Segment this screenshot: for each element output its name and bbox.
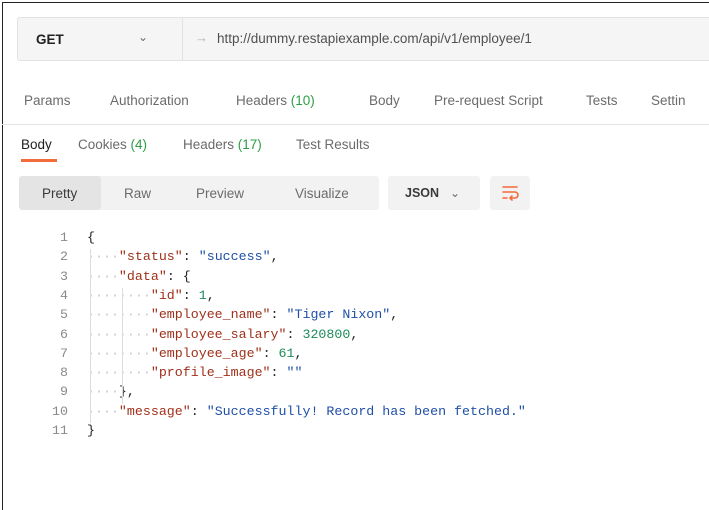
- indent-whitespace: ········: [87, 307, 151, 323]
- view-visualize-button[interactable]: Visualize: [295, 176, 349, 210]
- json-key: "employee_name": [150, 307, 271, 323]
- json-punctuation: :: [270, 365, 287, 381]
- indent-whitespace: ····: [87, 268, 119, 284]
- indent-guide: [122, 287, 123, 404]
- json-key: "employee_salary": [150, 326, 287, 342]
- code-text: ········"employee_salary": 320800,: [87, 327, 358, 342]
- line-number: 11: [52, 423, 68, 438]
- tab-authorization[interactable]: Authorization: [110, 93, 189, 108]
- response-tab-cookies[interactable]: Cookies (4): [78, 137, 147, 152]
- line-number: 6: [60, 326, 68, 342]
- format-select[interactable]: JSON ⌄: [388, 176, 480, 210]
- code-text: ····"status": "success",: [87, 249, 279, 264]
- code-text: ····},: [87, 384, 135, 399]
- arrow-right-icon: →: [195, 30, 208, 45]
- response-tab-body[interactable]: Body: [21, 137, 52, 152]
- method-label: GET: [36, 31, 64, 47]
- json-key: "status": [118, 249, 183, 265]
- view-preview-button[interactable]: Preview: [196, 176, 244, 210]
- json-punctuation: ,: [206, 287, 215, 303]
- indent-guide: [90, 249, 91, 423]
- view-raw-button[interactable]: Raw: [124, 176, 151, 210]
- wrap-lines-button[interactable]: [490, 176, 530, 210]
- json-punctuation: }: [87, 423, 95, 438]
- json-key: "id": [150, 287, 183, 303]
- code-text: ········"employee_name": "Tiger Nixon",: [87, 307, 398, 322]
- json-punctuation: :: [286, 326, 303, 342]
- line-number: 5: [60, 307, 68, 323]
- tab-body[interactable]: Body: [369, 93, 400, 108]
- indent-whitespace: ········: [87, 365, 151, 381]
- code-text: ········"employee_age": 61,: [87, 346, 302, 361]
- indent-whitespace: ····: [87, 403, 119, 419]
- json-number: 1: [198, 287, 207, 303]
- json-punctuation: ,: [390, 307, 399, 323]
- json-punctuation: ,: [294, 345, 303, 361]
- indent-whitespace: ····: [87, 249, 119, 265]
- url-bar: GET ⌄ → http://dummy.restapiexample.com/…: [17, 17, 709, 61]
- format-label: JSON: [405, 186, 440, 200]
- line-number: 8: [60, 365, 68, 381]
- code-text: ····"message": "Successfully! Record has…: [87, 404, 526, 419]
- json-number: 320800: [302, 326, 351, 342]
- json-key: "employee_age": [150, 345, 263, 361]
- json-key: "data": [118, 268, 167, 284]
- json-punctuation: ,: [350, 326, 359, 342]
- tab-pre-request-script[interactable]: Pre-request Script: [434, 93, 543, 108]
- line-number: 10: [52, 403, 68, 419]
- tab-tests[interactable]: Tests: [586, 93, 618, 108]
- code-text: ········"id": 1,: [87, 288, 215, 303]
- json-number: 61: [278, 345, 295, 361]
- response-tab-test-results[interactable]: Test Results: [296, 137, 370, 152]
- line-number: 9: [60, 384, 68, 400]
- chevron-down-icon: ⌄: [450, 186, 461, 200]
- active-tab-indicator: [21, 159, 57, 162]
- line-number: 1: [60, 230, 68, 245]
- wrap-lines-icon: [502, 186, 519, 201]
- json-punctuation: :: [262, 345, 279, 361]
- line-number: 2: [60, 249, 68, 265]
- url-input[interactable]: http://dummy.restapiexample.com/api/v1/e…: [217, 31, 532, 46]
- code-text: {: [87, 230, 95, 245]
- json-punctuation: {: [87, 230, 95, 245]
- view-pretty-button[interactable]: Pretty: [19, 176, 101, 210]
- indent-whitespace: ········: [87, 287, 151, 303]
- indent-whitespace: ····: [87, 384, 119, 400]
- json-string: "Tiger Nixon": [286, 307, 391, 323]
- code-text: }: [87, 423, 95, 438]
- code-text: ········"profile_image": "": [87, 365, 302, 380]
- tab-settings[interactable]: Settin: [651, 93, 686, 108]
- line-number: 3: [60, 268, 68, 284]
- json-punctuation: :: [182, 287, 199, 303]
- line-number: 4: [60, 287, 68, 303]
- chevron-down-icon: ⌄: [138, 30, 149, 44]
- response-tab-headers[interactable]: Headers (17): [183, 137, 262, 152]
- json-key: "message": [118, 403, 191, 419]
- method-select[interactable]: GET ⌄: [18, 18, 183, 60]
- json-key: "profile_image": [150, 365, 271, 381]
- indent-whitespace: ········: [87, 326, 151, 342]
- line-number: 7: [60, 345, 68, 361]
- json-string: "": [286, 365, 303, 381]
- tab-headers[interactable]: Headers (10): [236, 93, 315, 108]
- code-text: ····"data": {: [87, 269, 191, 284]
- json-punctuation: :: [182, 249, 199, 265]
- divider: [2, 124, 709, 125]
- json-punctuation: ,: [270, 249, 279, 265]
- tab-params[interactable]: Params: [24, 93, 71, 108]
- indent-whitespace: ········: [87, 345, 151, 361]
- json-string: "Successfully! Record has been fetched.": [206, 403, 526, 419]
- json-punctuation: : {: [166, 268, 191, 284]
- json-punctuation: :: [190, 403, 207, 419]
- json-punctuation: :: [270, 307, 287, 323]
- json-string: "success": [198, 249, 271, 265]
